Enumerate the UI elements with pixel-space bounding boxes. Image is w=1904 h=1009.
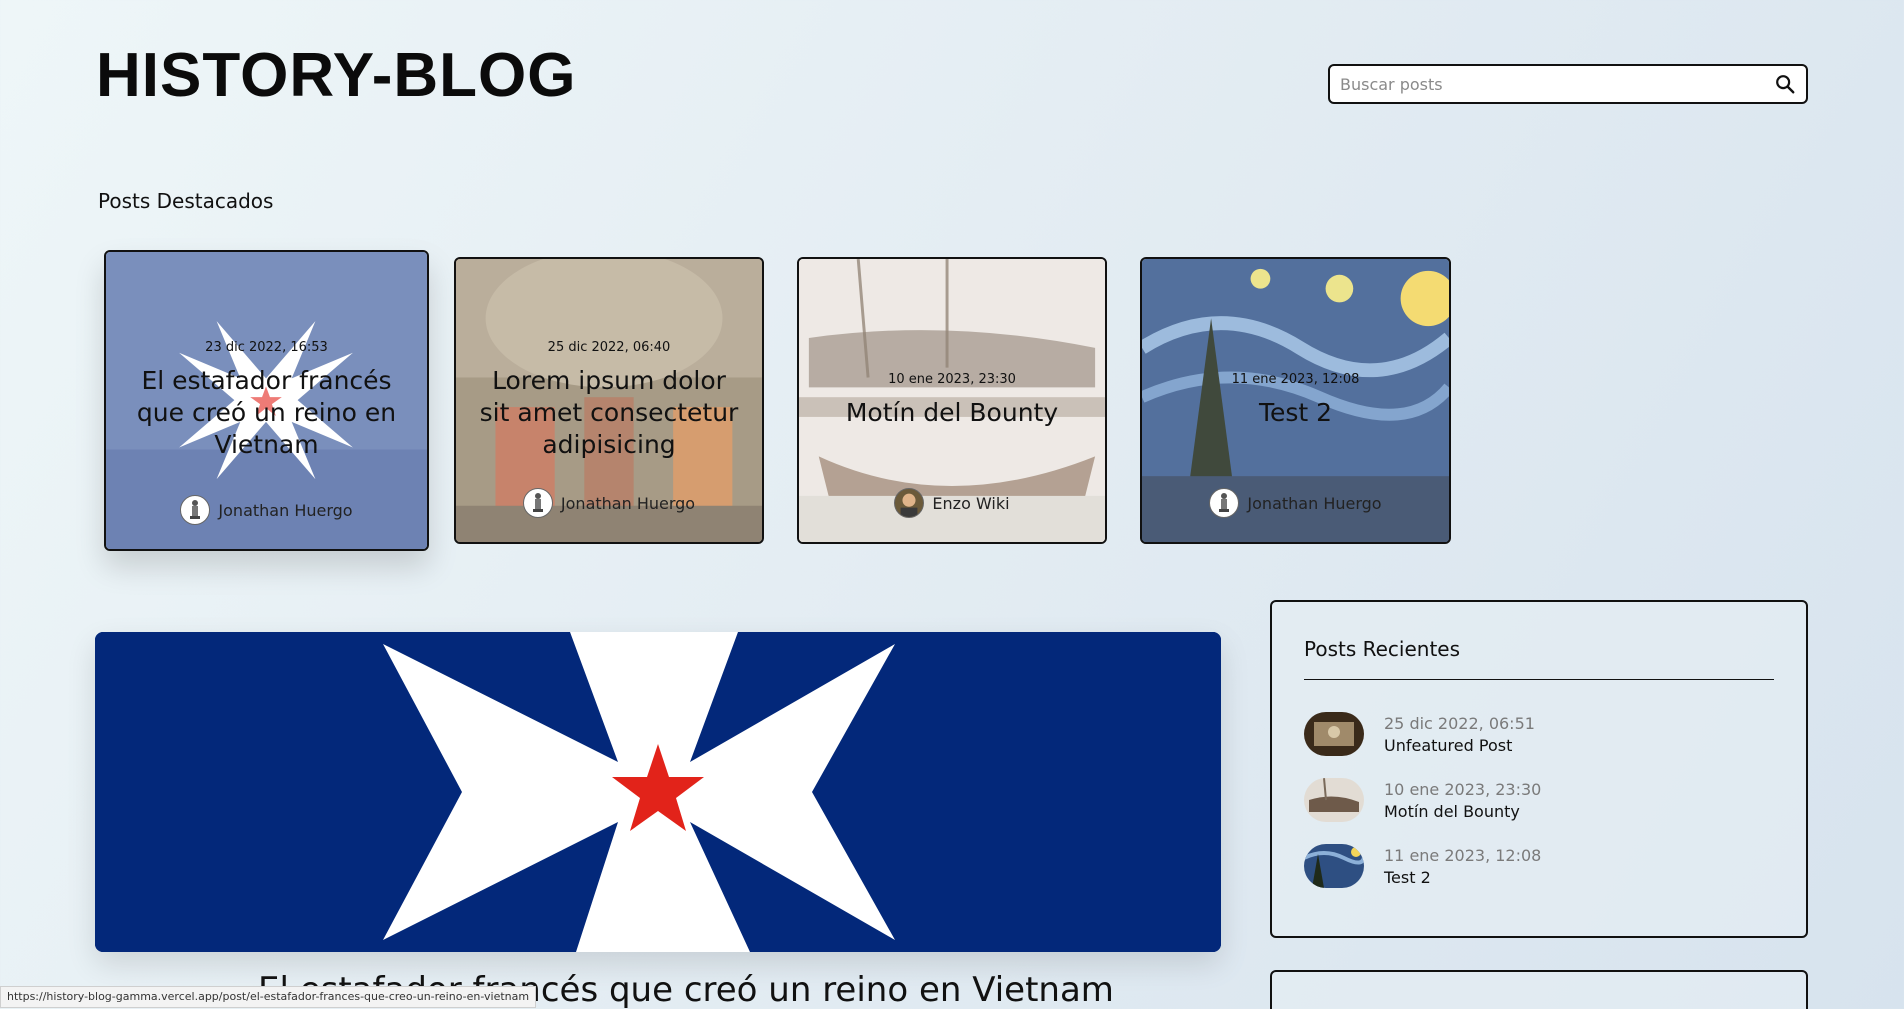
recent-post-date: 10 ene 2023, 23:30: [1384, 779, 1542, 799]
author-name: Enzo Wiki: [932, 493, 1010, 513]
recent-post-item[interactable]: 11 ene 2023, 12:08 Test 2: [1304, 844, 1774, 888]
recent-post-item[interactable]: 10 ene 2023, 23:30 Motín del Bounty: [1304, 778, 1774, 822]
author-name: Jonathan Huergo: [1247, 493, 1382, 513]
recent-post-title[interactable]: Unfeatured Post: [1384, 736, 1535, 755]
recent-post-date: 11 ene 2023, 12:08: [1384, 845, 1542, 865]
post-hero-image[interactable]: [95, 632, 1221, 952]
card-title[interactable]: Motín del Bounty: [846, 397, 1058, 429]
author-avatar: [894, 488, 925, 518]
flag-image: [95, 632, 1221, 952]
status-bar-url: https://history-blog-gamma.vercel.app/po…: [0, 986, 537, 1008]
recent-post-thumbnail[interactable]: [1304, 712, 1364, 756]
featured-section-title: Posts Destacados: [98, 189, 274, 213]
card-title[interactable]: El estafador francés que creó un reino e…: [126, 365, 407, 461]
statue-icon: [190, 500, 201, 519]
site-logo[interactable]: HISTORY-BLOG: [96, 40, 576, 111]
card-title[interactable]: Test 2: [1232, 397, 1360, 429]
author-avatar: [180, 495, 211, 525]
card-title[interactable]: Lorem ipsum dolor sit amet consectetur a…: [476, 365, 742, 461]
recent-post-date: 25 dic 2022, 06:51: [1384, 713, 1535, 733]
featured-card[interactable]: 25 dic 2022, 06:40 Lorem ipsum dolor sit…: [454, 257, 764, 544]
recent-post-thumbnail[interactable]: [1304, 778, 1364, 822]
featured-card[interactable]: 23 dic 2022, 16:53 El estafador francés …: [104, 250, 429, 551]
recent-post-title[interactable]: Motín del Bounty: [1384, 802, 1541, 821]
sidebar-panel: [1270, 970, 1808, 1009]
recent-posts-title: Posts Recientes: [1304, 637, 1774, 680]
search-icon[interactable]: [1774, 73, 1796, 95]
recent-post-thumbnail[interactable]: [1304, 844, 1364, 888]
person-photo-icon: [901, 493, 918, 517]
featured-card[interactable]: 11 ene 2023, 12:08 Test 2 Jonathan Huerg…: [1140, 257, 1451, 544]
author-name: Jonathan Huergo: [560, 493, 696, 513]
recent-post-title[interactable]: Test 2: [1384, 868, 1541, 887]
statue-icon: [1219, 493, 1230, 512]
author-avatar: [1209, 488, 1240, 518]
author-name: Jonathan Huergo: [218, 500, 353, 520]
card-date: 23 dic 2022, 16:53: [205, 340, 328, 355]
featured-card[interactable]: 10 ene 2023, 23:30 Motín del Bounty Enzo…: [797, 257, 1107, 544]
card-author: Jonathan Huergo: [456, 488, 762, 518]
recent-posts-panel: Posts Recientes 25 dic 2022, 06:51 Unfea…: [1270, 600, 1808, 938]
search-bar[interactable]: [1328, 64, 1808, 104]
statue-icon: [532, 493, 543, 512]
recent-post-item[interactable]: 25 dic 2022, 06:51 Unfeatured Post: [1304, 712, 1774, 756]
search-input[interactable]: [1340, 74, 1774, 94]
card-author: Jonathan Huergo: [1142, 488, 1449, 518]
card-date: 10 ene 2023, 23:30: [888, 372, 1016, 387]
card-date: 25 dic 2022, 06:40: [547, 340, 671, 355]
author-avatar: [522, 488, 553, 518]
card-date: 11 ene 2023, 12:08: [1231, 372, 1360, 387]
card-author: Jonathan Huergo: [106, 495, 427, 525]
card-author: Enzo Wiki: [799, 488, 1105, 518]
